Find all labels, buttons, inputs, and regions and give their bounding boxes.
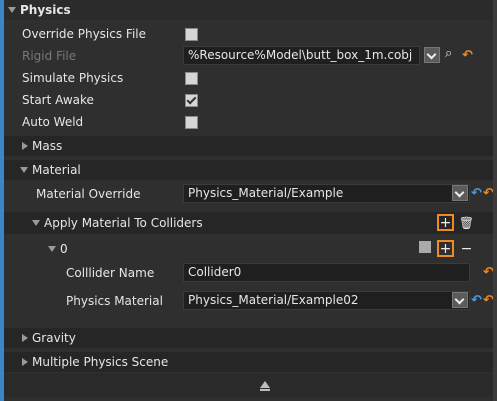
multiple-physics-scene-label: Multiple Physics Scene (32, 355, 169, 369)
simulate-physics-row: Simulate Physics (4, 68, 493, 88)
gravity-group-header[interactable]: Gravity (4, 328, 493, 348)
chevron-down-icon (8, 7, 16, 13)
reset-icon[interactable]: ↶ (471, 294, 482, 308)
physics-panel: Physics Override Physics File Rigid File… (0, 0, 497, 401)
chevron-right-icon (22, 334, 28, 342)
auto-weld-row: Auto Weld (4, 112, 493, 132)
add-item-button[interactable]: + (437, 240, 454, 257)
list-add-icon[interactable] (419, 241, 431, 253)
rigid-file-field[interactable]: %Resource%Model\butt_box_1m.cobj (183, 46, 420, 65)
rigid-file-dropdown-button[interactable] (424, 47, 440, 63)
trash-icon[interactable]: 🗑 (458, 214, 475, 231)
physics-material-field[interactable]: Physics_Material/Example02 (183, 291, 470, 310)
mass-label: Mass (32, 139, 63, 153)
chevron-down-icon (32, 220, 40, 226)
simulate-physics-checkbox[interactable] (185, 72, 198, 85)
material-override-label: Material Override (36, 187, 141, 201)
apply-material-header[interactable]: Apply Material To Colliders (4, 212, 493, 234)
collapse-up-icon[interactable] (260, 381, 270, 391)
start-awake-checkbox[interactable] (185, 94, 198, 107)
chevron-down-icon (48, 246, 56, 252)
chevron-right-icon (22, 142, 28, 150)
chevron-down-icon (20, 167, 28, 173)
multiple-physics-scene-header[interactable]: Multiple Physics Scene (4, 352, 493, 372)
scrollbar[interactable] (493, 0, 497, 401)
material-override-field[interactable]: Physics_Material/Example (183, 184, 470, 203)
material-override-dropdown-button[interactable] (452, 185, 468, 201)
chevron-right-icon (22, 358, 28, 366)
apply-material-label: Apply Material To Colliders (44, 216, 203, 230)
reset-icon[interactable]: ↶ (471, 187, 482, 201)
collider-name-field[interactable]: Collider0 (183, 263, 470, 282)
mass-group-header[interactable]: Mass (4, 136, 493, 156)
remove-item-button[interactable]: − (458, 240, 475, 257)
panel-footer[interactable] (4, 373, 493, 397)
start-awake-row: Start Awake (4, 90, 493, 110)
override-physics-file-row: Override Physics File (4, 24, 493, 44)
auto-weld-label: Auto Weld (22, 115, 84, 129)
material-label: Material (32, 163, 81, 177)
add-collider-button[interactable]: + (437, 214, 454, 231)
override-physics-file-label: Override Physics File (22, 27, 147, 41)
start-awake-label: Start Awake (22, 93, 94, 107)
material-group-header[interactable]: Material (4, 160, 493, 180)
undo-icon[interactable]: ↶ (462, 49, 473, 63)
override-physics-file-checkbox[interactable] (185, 28, 198, 41)
physics-material-dropdown-button[interactable] (452, 292, 468, 308)
collider-name-label: Colllider Name (66, 266, 155, 280)
search-icon[interactable]: ⌕ (445, 46, 452, 61)
section-title: Physics (20, 3, 71, 17)
gravity-label: Gravity (32, 331, 76, 345)
simulate-physics-label: Simulate Physics (22, 71, 124, 85)
rigid-file-label: Rigid File (22, 49, 77, 63)
auto-weld-checkbox[interactable] (185, 116, 198, 129)
collider-item-index: 0 (60, 242, 68, 256)
physics-material-label: Physics Material (66, 294, 163, 308)
physics-section-header[interactable]: Physics (4, 0, 493, 20)
